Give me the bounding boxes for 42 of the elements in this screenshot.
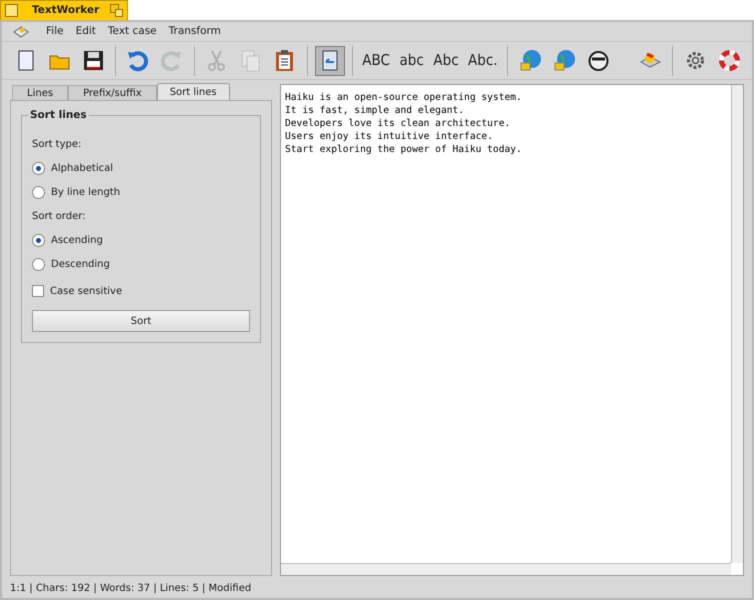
globe-lock-icon bbox=[552, 48, 577, 73]
text-case-button[interactable]: Abc. bbox=[465, 46, 500, 76]
text-line: Users enjoy its intuitive interface. bbox=[285, 130, 493, 143]
radio-button[interactable] bbox=[32, 258, 45, 270]
text-editor[interactable]: Haiku is an open-source operating system. It is fast, simple and elegant. Developers love its clean architecture. Users enjoy its intuitive interface. Start exploring the power of Haiku today. bbox=[280, 84, 744, 576]
text-line: It is fast, simple and elegant. bbox=[285, 104, 464, 117]
status-text: 1:1 | Chars: 192 | Words: 37 | Lines: 5 | Modified bbox=[10, 582, 252, 596]
menu-item[interactable]: Transform bbox=[162, 24, 227, 40]
checkbox-label: Case sensitive bbox=[50, 284, 122, 298]
menu-item[interactable]: Text case bbox=[102, 24, 163, 40]
tab[interactable]: Lines bbox=[12, 85, 68, 100]
globe-lock-icon bbox=[518, 48, 543, 73]
zoom-icon[interactable] bbox=[110, 4, 123, 17]
checkbox[interactable] bbox=[32, 285, 44, 297]
tab[interactable]: Sort lines bbox=[156, 83, 230, 100]
sort-button[interactable]: Sort bbox=[32, 310, 250, 332]
wrap-button[interactable] bbox=[314, 46, 345, 76]
text-case-button[interactable]: ABC bbox=[360, 46, 393, 76]
undo-arrow-icon bbox=[125, 48, 150, 73]
text-case-button[interactable]: abc bbox=[396, 46, 427, 76]
field-label: Sort type: bbox=[32, 138, 82, 152]
text-line: Start exploring the power of Haiku today. bbox=[285, 143, 522, 156]
radio-label: Alphabetical bbox=[51, 162, 114, 176]
horizontal-scrollbar[interactable] bbox=[281, 563, 731, 575]
menu-item[interactable]: Edit bbox=[70, 24, 102, 40]
lifebuoy-icon bbox=[716, 48, 742, 73]
radio-label: Ascending bbox=[51, 234, 103, 248]
app-menu-icon[interactable] bbox=[12, 24, 30, 40]
radio-label: Descending bbox=[51, 258, 110, 272]
menu-item[interactable]: File bbox=[40, 24, 70, 40]
field-label: Sort order: bbox=[32, 210, 87, 224]
text-line: Developers love its clean architecture. bbox=[285, 117, 510, 130]
window-title: TextWorker bbox=[32, 2, 100, 18]
radio-button[interactable] bbox=[32, 234, 45, 246]
close-icon[interactable] bbox=[5, 4, 18, 17]
radio-label: By line length bbox=[51, 186, 120, 200]
tab[interactable]: Prefix/suffix bbox=[68, 85, 157, 100]
text-line: Haiku is an open-source operating system. bbox=[285, 91, 522, 104]
vertical-scrollbar[interactable] bbox=[731, 85, 743, 563]
text-case-button[interactable]: Abc bbox=[430, 46, 462, 76]
radio-button[interactable] bbox=[32, 186, 45, 198]
radio-button[interactable] bbox=[32, 162, 45, 174]
